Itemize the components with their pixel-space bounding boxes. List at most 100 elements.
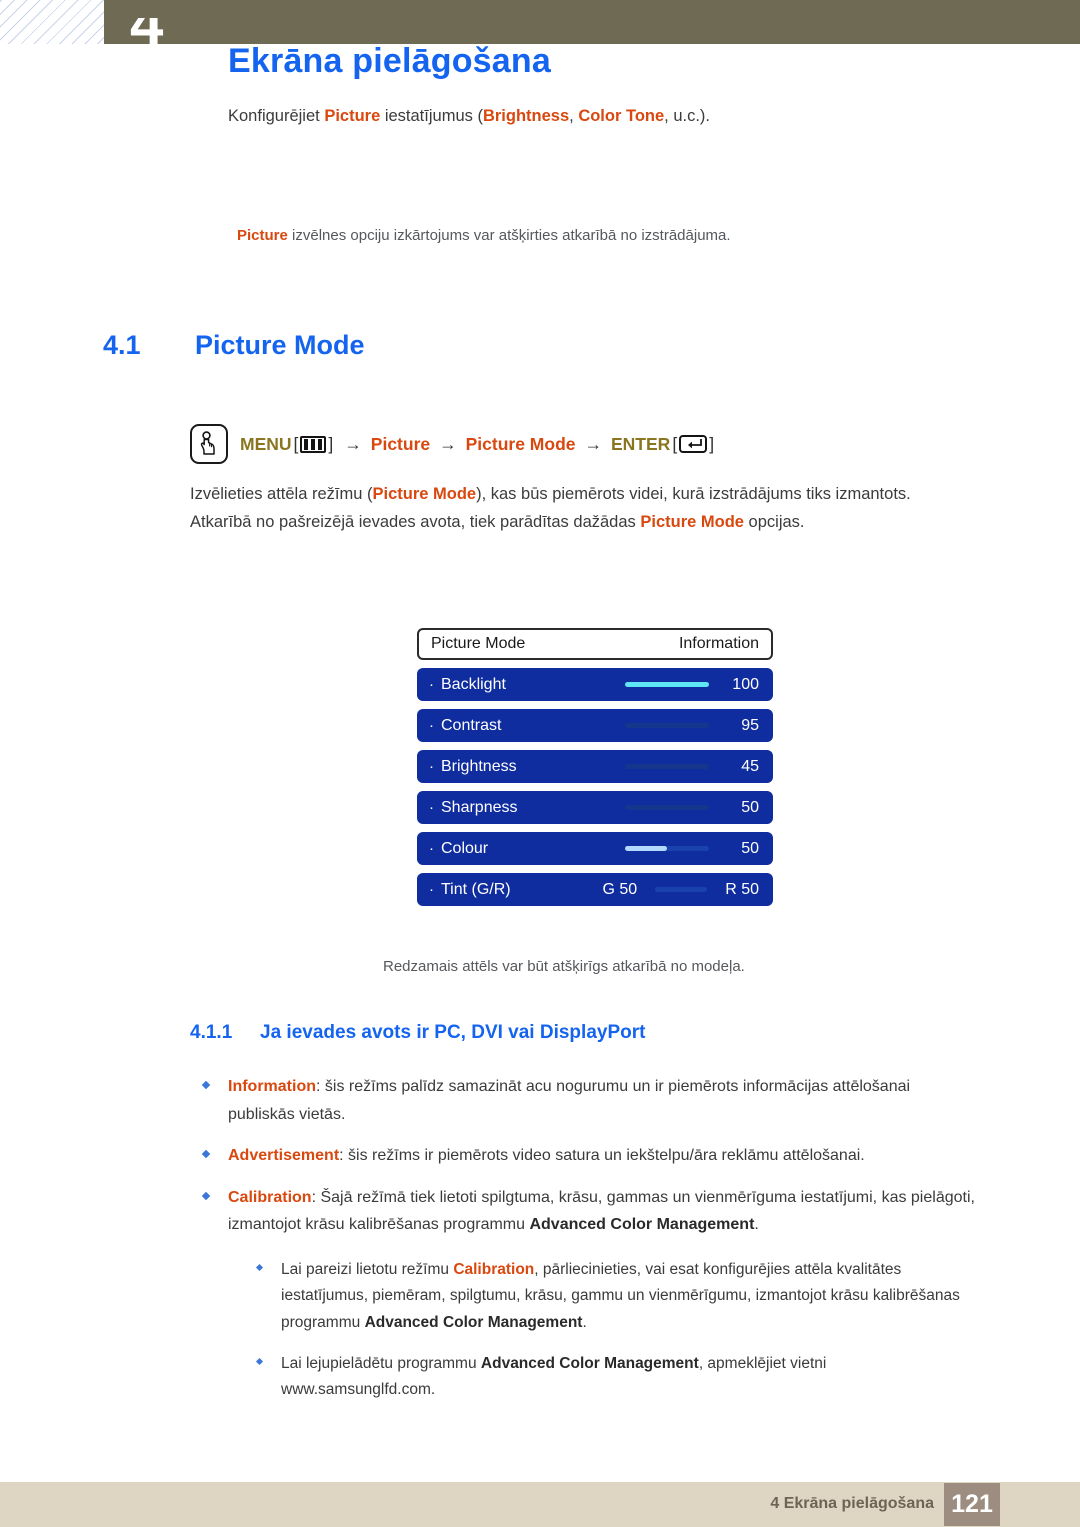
arrow-icon-1: → — [344, 433, 362, 454]
menu-bars-icon — [300, 435, 327, 453]
header-olive-bar — [104, 0, 1080, 44]
osd-menu: Picture Mode Information · Backlight 100… — [417, 628, 773, 914]
osd-header: Picture Mode Information — [417, 628, 773, 660]
bullet-term-advertisement: Advertisement — [228, 1147, 340, 1165]
osd-bullet: · — [429, 881, 434, 898]
osd-row-value: 45 — [741, 757, 759, 775]
paragraph-2-a: Atkarībā no pašreizējā ievades avota, ti… — [190, 513, 641, 532]
intro-term-picture: Picture — [324, 107, 381, 125]
osd-row-contrast[interactable]: · Contrast 95 — [417, 709, 773, 742]
subsection-number: 4.1.1 — [190, 1022, 233, 1043]
osd-row-value: 100 — [732, 675, 759, 693]
osd-tint-green-value: G 50 — [602, 880, 638, 898]
bullet-bold-acm: Advanced Color Management — [529, 1216, 755, 1234]
osd-row-label: Sharpness — [441, 798, 518, 816]
page-title: Ekrāna pielāgošana — [228, 42, 551, 80]
paragraph-2-term: Picture Mode — [640, 513, 744, 532]
arrow-icon-2: → — [439, 433, 457, 454]
bullet-diamond-icon — [201, 1080, 211, 1090]
bullet-term-information: Information — [228, 1078, 316, 1095]
osd-slider-colour[interactable] — [625, 846, 709, 851]
bullet-diamond-icon — [255, 1357, 264, 1365]
section-title: Picture Mode — [195, 330, 365, 360]
subbullet-text-a: Lai lejupielādētu programmu — [281, 1354, 481, 1372]
paragraph-1-term: Picture Mode — [372, 485, 477, 503]
osd-slider-contrast[interactable] — [625, 723, 709, 728]
enter-label: ENTER — [611, 433, 671, 454]
bullet-diamond-icon — [255, 1263, 264, 1271]
description-paragraphs: Izvēlieties attēla režīmu (Picture Mode)… — [190, 480, 1030, 537]
bracket-close-2: ] — [709, 433, 715, 454]
osd-row-value: 95 — [741, 716, 759, 734]
osd-slider-backlight[interactable] — [625, 682, 709, 687]
page-header-band: 4 — [0, 0, 1080, 44]
osd-slider-sharpness[interactable] — [625, 805, 709, 810]
list-item: Lai pareizi lietotu režīmu Calibration, … — [245, 1257, 980, 1337]
osd-row-sharpness[interactable]: · Sharpness 50 — [417, 791, 773, 824]
page-number-badge: 121 — [944, 1483, 1000, 1526]
menu-step-picture-mode: Picture Mode — [465, 433, 576, 454]
note-paragraph: Picture izvēlnes opciju izkārtojums var … — [237, 225, 1027, 248]
osd-slider-brightness[interactable] — [625, 764, 709, 769]
subsection-title: Ja ievades avots ir PC, DVI vai DisplayP… — [260, 1022, 646, 1043]
menu-step-picture: Picture — [370, 433, 431, 454]
list-item: Calibration: Šajā režīmā tiek lietoti sp… — [190, 1184, 980, 1239]
subbullet-text-c: . — [582, 1313, 587, 1331]
hand-press-icon — [190, 424, 228, 464]
osd-row-label: Brightness — [441, 757, 517, 775]
osd-row-backlight[interactable]: · Backlight 100 — [417, 668, 773, 701]
osd-row-value: 50 — [741, 839, 759, 857]
intro-mid1: iestatījumus ( — [380, 107, 483, 125]
osd-row-label: Tint (G/R) — [441, 880, 511, 898]
bullet-diamond-icon — [201, 1191, 211, 1200]
menu-label: MENU — [240, 433, 292, 454]
bullet-list: Information: šis režīms palīdz samazināt… — [190, 1073, 980, 1418]
enter-key-icon — [679, 435, 708, 453]
bullet-text: : šis režīms ir piemērots video satura u… — [339, 1147, 865, 1165]
bracket-open-1: [ — [293, 433, 299, 454]
paragraph-1: Izvēlieties attēla režīmu (Picture Mode)… — [190, 480, 1030, 508]
bullet-term-calibration: Calibration — [228, 1188, 312, 1206]
subbullet-term-calibration: Calibration — [453, 1260, 535, 1278]
osd-row-label: Colour — [441, 839, 489, 857]
section-heading: 4.1 Picture Mode — [103, 330, 365, 361]
footer-chapter-label: 4 Ekrāna pielāgošana — [770, 1495, 934, 1512]
osd-title: Picture Mode — [431, 635, 526, 652]
bracket-close-1: ] — [328, 433, 334, 454]
header-hatch-pattern — [0, 0, 104, 44]
paragraph-2-b: opcijas. — [743, 513, 805, 532]
paragraph-1-a: Izvēlieties attēla režīmu ( — [190, 485, 373, 503]
sub-bullet-list: Lai pareizi lietotu režīmu Calibration, … — [245, 1257, 980, 1404]
bracket-open-2: [ — [672, 433, 678, 454]
note-term-picture: Picture — [237, 227, 288, 244]
osd-bullet: · — [429, 676, 434, 693]
subbullet-text-a: Lai pareizi lietotu režīmu — [281, 1260, 454, 1278]
osd-row-tint[interactable]: · Tint (G/R) G 50 R 50 — [417, 873, 773, 906]
list-item: Information: šis režīms palīdz samazināt… — [190, 1073, 980, 1128]
note-text: izvēlnes opciju izkārtojums var atšķirti… — [287, 227, 731, 244]
bullet-text-b: . — [754, 1216, 759, 1234]
intro-paragraph: Konfigurējiet Picture iestatījumus (Brig… — [228, 104, 1028, 129]
bullet-text: : šis režīms palīdz samazināt acu noguru… — [228, 1078, 911, 1123]
paragraph-2: Atkarībā no pašreizējā ievades avota, ti… — [190, 508, 1030, 536]
intro-term-brightness: Brightness — [482, 107, 570, 125]
osd-caption: Redzamais attēls var būt atšķirīgs atkar… — [383, 958, 745, 975]
osd-row-value: 50 — [741, 798, 759, 816]
osd-mode-value: Information — [678, 635, 759, 652]
arrow-icon-3: → — [584, 433, 603, 454]
chapter-number-glyph: 4 — [130, 18, 163, 44]
list-item: Lai lejupielādētu programmu Advanced Col… — [245, 1351, 980, 1404]
paragraph-1-b: ), kas būs piemērots videi, kurā izstrād… — [476, 485, 911, 503]
osd-row-colour[interactable]: · Colour 50 — [417, 832, 773, 865]
subbullet-bold-acm: Advanced Color Management — [364, 1313, 583, 1331]
subbullet-bold-acm: Advanced Color Management — [480, 1354, 699, 1372]
osd-row-brightness[interactable]: · Brightness 45 — [417, 750, 773, 783]
osd-tint-red-value: R 50 — [725, 880, 759, 898]
osd-slider-tint[interactable] — [655, 887, 708, 892]
osd-slider-fill — [625, 846, 667, 851]
intro-suffix: , u.c.). — [664, 107, 711, 125]
osd-row-label: Backlight — [441, 675, 506, 693]
osd-slider-fill — [625, 682, 709, 687]
list-item: Advertisement: šis režīms ir piemērots v… — [190, 1142, 980, 1170]
osd-row-label: Contrast — [441, 716, 502, 734]
